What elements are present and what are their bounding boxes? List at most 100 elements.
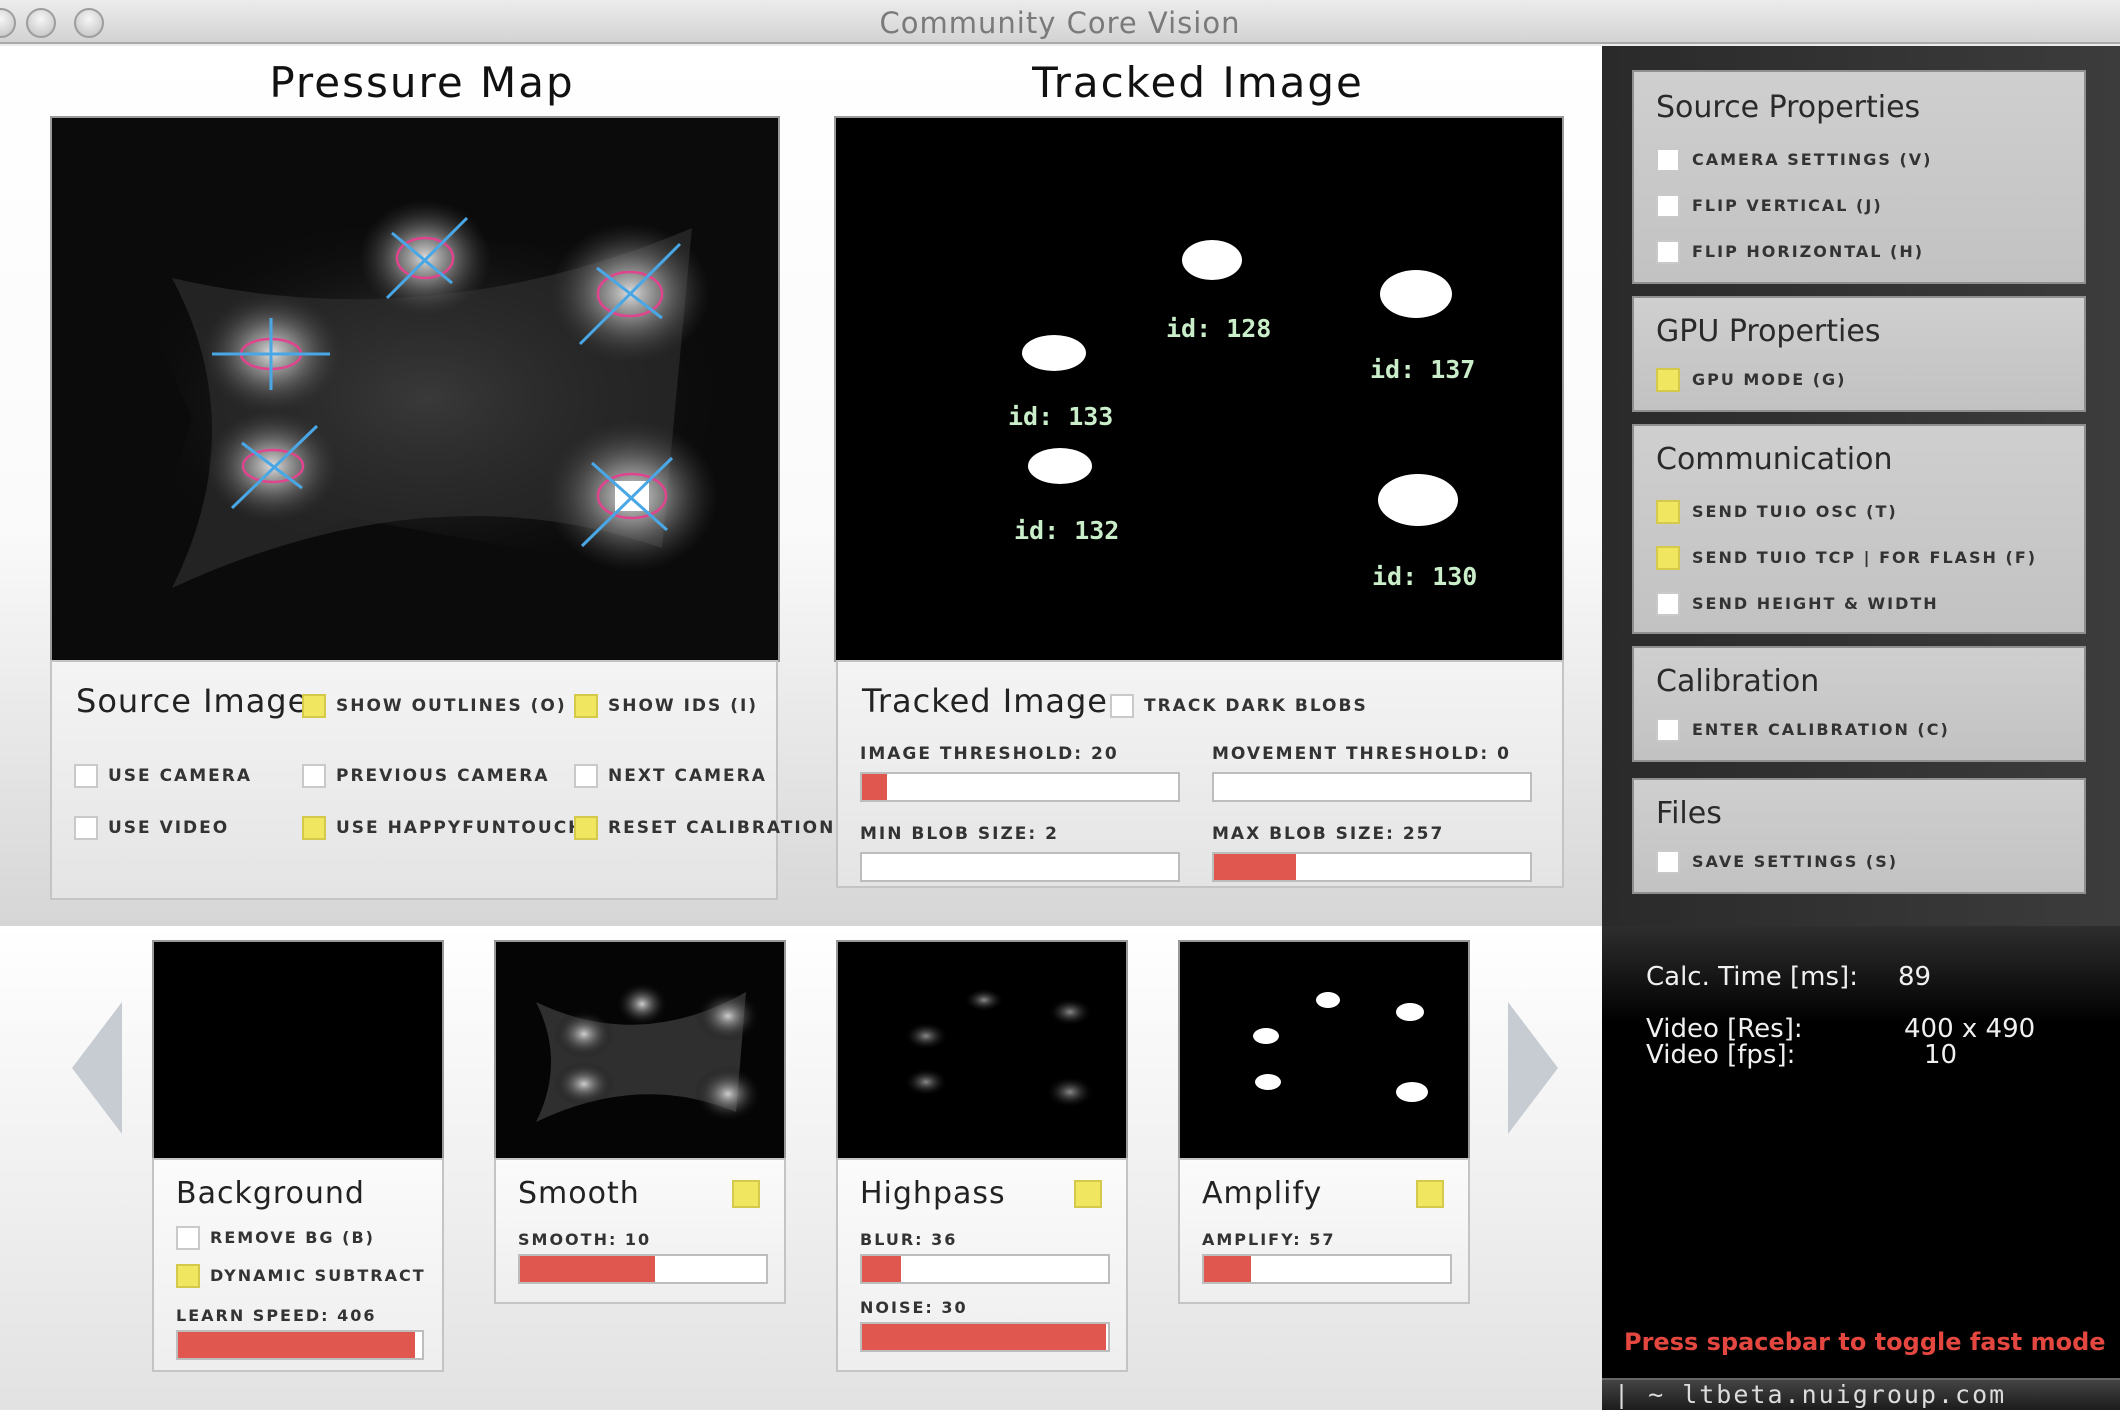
movement-threshold-slider[interactable] [1212, 772, 1532, 802]
amplify-heading: Amplify [1202, 1176, 1323, 1211]
use-happyfuntouch-label: use happyfuntouch [336, 818, 585, 838]
smooth-toggle-checkbox[interactable] [732, 1180, 760, 1208]
reset-calibration-checkbox[interactable] [574, 816, 598, 840]
title-bar: Community Core Vision [0, 0, 2120, 44]
calibration-panel: Calibration enter calibration (c) [1632, 646, 2086, 762]
reset-calibration-label: reset calibration [608, 818, 836, 838]
enter-calibration-checkbox[interactable] [1656, 718, 1680, 742]
files-panel: Files save settings (s) [1632, 778, 2086, 894]
tracked-image-title: Tracked Image [1032, 58, 1364, 107]
highpass-heading: Highpass [860, 1176, 1006, 1211]
image-threshold-slider[interactable] [860, 772, 1180, 802]
highpass-controls: Highpass blur: 36 noise: 30 [836, 1158, 1128, 1372]
video-fps-value: 10 [1924, 1040, 1958, 1070]
highpass-preview-image [838, 942, 1126, 1158]
dynamic-subtract-checkbox[interactable] [176, 1264, 200, 1288]
slider-fill [862, 774, 888, 800]
smooth-value-label: smooth: 10 [518, 1230, 652, 1249]
gpu-properties-heading: GPU Properties [1656, 314, 1881, 349]
flip-vertical-checkbox[interactable] [1656, 194, 1680, 218]
blur-label: blur: 36 [860, 1230, 958, 1249]
gpu-mode-checkbox[interactable] [1656, 368, 1680, 392]
main-panel: Pressure Map Tracked Image id: 128 id: 1… [0, 46, 1602, 926]
blob-id-label: id: 133 [1008, 402, 1114, 431]
highpass-toggle-checkbox[interactable] [1074, 1180, 1102, 1208]
camera-settings-checkbox[interactable] [1656, 148, 1680, 172]
blob-137 [1380, 270, 1452, 318]
camera-settings-label: camera settings (v) [1692, 150, 1933, 169]
max-blob-size-slider[interactable] [1212, 852, 1532, 882]
flip-horizontal-checkbox[interactable] [1656, 240, 1680, 264]
smooth-heading: Smooth [518, 1176, 640, 1211]
max-blob-size-label: max blob size: 257 [1212, 824, 1445, 844]
min-blob-size-label: min blob size: 2 [860, 824, 1059, 844]
remove-bg-checkbox[interactable] [176, 1226, 200, 1250]
track-dark-blobs-checkbox[interactable] [1110, 694, 1134, 718]
background-thumbnail [152, 940, 444, 1160]
source-properties-heading: Source Properties [1656, 90, 1921, 125]
amplify-slider[interactable] [1202, 1254, 1452, 1284]
source-image-controls: Source Image show outlines (o) show ids … [50, 660, 833, 900]
send-tuio-tcp-label: send tuio tcp | for flash (f) [1692, 548, 2038, 567]
image-threshold-label: image threshold: 20 [860, 744, 1119, 764]
scroll-left-arrow-icon[interactable] [72, 1002, 122, 1134]
smooth-controls: Smooth smooth: 10 [494, 1158, 786, 1304]
slider-fill [1214, 854, 1297, 880]
pressure-map-title: Pressure Map [269, 58, 575, 107]
min-blob-size-slider[interactable] [860, 852, 1180, 882]
pressure-map-image [52, 118, 778, 660]
movement-threshold-label: movement threshold: 0 [1212, 744, 1511, 764]
flip-horizontal-label: flip horizontal (h) [1692, 242, 1925, 261]
pressure-map-view [50, 116, 780, 662]
previous-camera-label: previous camera [336, 766, 550, 786]
flip-vertical-label: flip vertical (j) [1692, 196, 1883, 215]
use-camera-checkbox[interactable] [74, 764, 98, 788]
smooth-slider[interactable] [518, 1254, 768, 1284]
track-dark-blobs-label: track dark blobs [1144, 696, 1368, 716]
communication-heading: Communication [1656, 442, 1893, 477]
tracked-image-heading: Tracked Image [862, 682, 1108, 720]
send-height-width-checkbox[interactable] [1656, 592, 1680, 616]
use-video-checkbox[interactable] [74, 816, 98, 840]
use-camera-label: use camera [108, 766, 252, 786]
video-fps-label: Video [fps]: [1646, 1040, 1796, 1070]
slider-fill [520, 1256, 656, 1282]
save-settings-label: save settings (s) [1692, 852, 1899, 871]
scroll-right-arrow-icon[interactable] [1508, 1002, 1558, 1134]
slider-fill [862, 1256, 902, 1282]
source-properties-panel: Source Properties camera settings (v) fl… [1632, 70, 2086, 284]
noise-slider[interactable] [860, 1322, 1110, 1352]
next-camera-checkbox[interactable] [574, 764, 598, 788]
show-ids-checkbox[interactable] [574, 694, 598, 718]
use-happyfuntouch-checkbox[interactable] [302, 816, 326, 840]
send-tuio-osc-label: send tuio osc (t) [1692, 502, 1898, 521]
show-ids-label: show ids (i) [608, 696, 759, 716]
calibration-heading: Calibration [1656, 664, 1820, 699]
blob-id-label: id: 130 [1372, 562, 1478, 591]
calc-time-value: 89 [1898, 962, 1932, 992]
blob-128 [1182, 240, 1242, 280]
amplify-toggle-checkbox[interactable] [1416, 1180, 1444, 1208]
dynamic-subtract-label: dynamic subtract [210, 1266, 426, 1285]
save-settings-checkbox[interactable] [1656, 850, 1680, 874]
learn-speed-slider[interactable] [176, 1330, 424, 1360]
tracked-image-view: id: 128 id: 137 id: 133 id: 132 id: 130 [834, 116, 1564, 662]
previous-camera-checkbox[interactable] [302, 764, 326, 788]
amplify-controls: Amplify amplify: 57 [1178, 1158, 1470, 1304]
blob-id-label: id: 128 [1166, 314, 1272, 343]
show-outlines-checkbox[interactable] [302, 694, 326, 718]
background-heading: Background [176, 1176, 365, 1211]
send-height-width-label: send height & width [1692, 594, 1939, 613]
blur-slider[interactable] [860, 1254, 1110, 1284]
slider-fill [178, 1332, 415, 1358]
send-tuio-tcp-checkbox[interactable] [1656, 546, 1680, 570]
filter-strip: Background remove bg (b) dynamic subtrac… [0, 926, 1602, 1410]
use-video-label: use video [108, 818, 230, 838]
calc-time-label: Calc. Time [ms]: [1646, 962, 1858, 992]
smooth-thumbnail [494, 940, 786, 1160]
amplify-thumbnail [1178, 940, 1470, 1160]
noise-label: noise: 30 [860, 1298, 968, 1317]
send-tuio-osc-checkbox[interactable] [1656, 500, 1680, 524]
amplify-preview-image [1180, 942, 1468, 1158]
gpu-mode-label: gpu mode (g) [1692, 370, 1847, 389]
